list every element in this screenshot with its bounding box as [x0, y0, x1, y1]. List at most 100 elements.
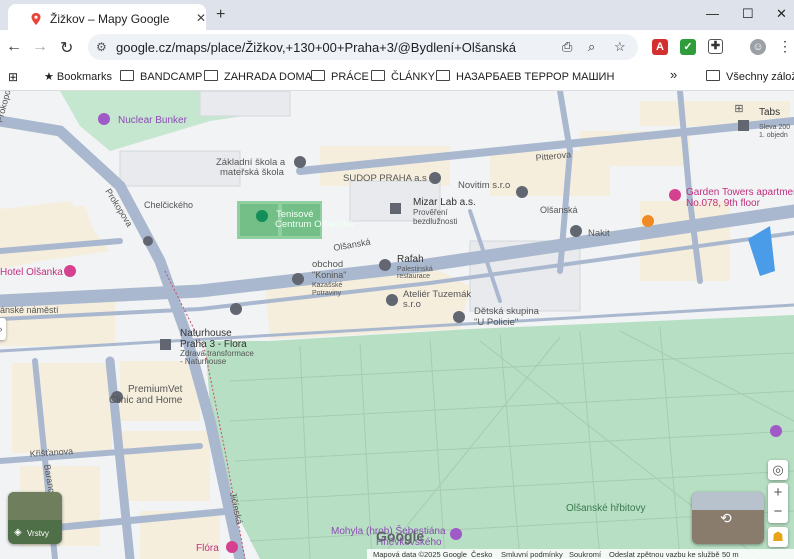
street-label: Chelčického [144, 200, 193, 210]
church-icon[interactable] [230, 303, 242, 315]
bookmark-folder[interactable]: PRÁCE [311, 70, 369, 83]
zoom-controls: + − [768, 483, 788, 523]
bookmarks-bar: ⊞ ★ Bookmarks BANDCAMP ZAHRADA DOMA PRÁC… [0, 64, 794, 91]
poi-label: Dětská skupina [474, 306, 540, 317]
zoom-in-button[interactable]: + [768, 483, 788, 503]
my-location-icon[interactable]: ◎ [768, 460, 788, 480]
poi-flora[interactable]: Flóra [196, 541, 238, 554]
menu-icon[interactable]: ⋮ [778, 38, 792, 55]
address-bar[interactable]: ⚙ google.cz/maps/place/Žižkov,+130+00+Pr… [88, 34, 638, 60]
check-extension-icon[interactable]: ✓ [680, 39, 696, 55]
poi-label: bezdlužnosti [413, 217, 458, 226]
rotate-icon: ⟲ [720, 510, 732, 526]
bookmark-item[interactable]: ★ Bookmarks [44, 70, 112, 83]
reload-button[interactable]: ↻ [60, 38, 73, 58]
install-app-icon[interactable]: ⎙ [562, 39, 572, 55]
url-text[interactable]: google.cz/maps/place/Žižkov,+130+00+Prah… [116, 40, 516, 55]
poi-label: Rafah [397, 254, 424, 265]
poi-label: 1. objedn [759, 132, 788, 139]
browser-toolbar: ← → ↻ ⚙ google.cz/maps/place/Žižkov,+130… [0, 30, 794, 64]
folder-icon [204, 70, 218, 81]
street-label: ánské náměstí [0, 305, 59, 315]
minimize-button[interactable]: — [706, 6, 719, 21]
layers-label: Vrstvy [27, 529, 49, 538]
all-bookmarks-folder[interactable]: Všechny záložky [706, 70, 794, 83]
bookmark-folder[interactable]: ČLÁNKY [371, 70, 435, 83]
zoom-out-button[interactable]: − [768, 503, 788, 523]
map-canvas[interactable]: Prokopova Prokopova Chelčického Olšanská… [0, 91, 794, 559]
poi-label: restaurace [397, 273, 430, 280]
collapse-panel-button[interactable]: › [0, 318, 6, 340]
poi-label: Flóra [196, 543, 219, 554]
grid-icon[interactable]: ⊞ [8, 70, 18, 84]
puzzle-extensions-icon[interactable]: ✚ [708, 39, 723, 54]
layers-icon: ◈ [14, 527, 22, 538]
poi-label: Centrum Olšanská [275, 219, 354, 230]
poi-edge[interactable] [770, 425, 782, 437]
poi-label: Potraviny [312, 290, 342, 297]
poi-label: "Konina" [312, 270, 346, 280]
forward-button[interactable]: → [32, 38, 48, 56]
poi-label: Palestinská [397, 266, 433, 273]
pdf-extension-icon[interactable]: A [652, 39, 668, 55]
poi-label: Novitim s.r.o [458, 180, 510, 191]
country-link[interactable]: Česko [471, 550, 492, 559]
folder-icon [120, 70, 134, 81]
poi-label: Naturhouse [180, 328, 232, 339]
poi-cemetery[interactable]: Olšanské hřbitovy [566, 503, 645, 514]
street-label: Olšanská [540, 205, 578, 215]
street-view-thumbnail[interactable]: ⟲ [692, 492, 764, 544]
poi-label: Prověření [413, 208, 448, 217]
star-icon: ★ [44, 71, 57, 83]
poi-label: Nakit [588, 228, 610, 239]
feedback-link[interactable]: Odeslat zpětnou vazbu ke službě [609, 550, 720, 559]
poi-label: No.078, 9th floor [686, 198, 761, 209]
close-window-button[interactable]: ✕ [776, 6, 787, 22]
bookmark-star-icon[interactable]: ☆ [614, 39, 626, 55]
satellite-thumbnail [8, 492, 62, 520]
poi-label: Mizar Lab a.s. [413, 197, 476, 208]
poi-label: obchod [312, 259, 343, 270]
new-tab-button[interactable]: + [216, 6, 225, 24]
poi-label: s.r.o [403, 299, 421, 310]
poi-sudop[interactable]: SUDOP PRAHA a.s [343, 172, 441, 184]
layers-button[interactable]: ◈ Vrstvy [8, 492, 62, 544]
poi-label: mateřská škola [220, 167, 285, 178]
apps-grid-icon[interactable]: ⊞ [730, 100, 748, 118]
maximize-button[interactable]: ☐ [742, 6, 754, 22]
back-button[interactable]: ← [6, 38, 22, 56]
poi-label: Olšanské hřbitovy [566, 503, 645, 514]
poi-label: Kazašské [312, 282, 342, 289]
pegman-icon[interactable]: ☗ [768, 527, 788, 547]
close-tab-icon[interactable]: ✕ [196, 11, 206, 25]
map-footer: Mapová data ©2025 Google Česko Smluvní p… [367, 549, 794, 559]
transit-icon[interactable] [143, 236, 153, 246]
privacy-link[interactable]: Soukromí [569, 550, 601, 559]
poi-label: SUDOP PRAHA a.s [343, 173, 427, 184]
profile-avatar[interactable]: ☺ [750, 39, 766, 55]
zoom-icon[interactable]: ⌕ [588, 39, 595, 55]
poi-label: Sleva 200 [759, 124, 790, 131]
terms-link[interactable]: Smluvní podmínky [501, 550, 563, 559]
folder-icon [371, 70, 385, 81]
bookmark-folder[interactable]: BANDCAMP [120, 70, 202, 83]
map-data-credit: Mapová data ©2025 Google [373, 550, 467, 559]
poi-nakit[interactable]: Nakit [570, 225, 610, 239]
tab-strip: Žižkov – Mapy Google ✕ + — ☐ ✕ [0, 0, 794, 30]
site-info-icon[interactable]: ⚙ [96, 40, 107, 54]
tab-title: Žižkov – Mapy Google [50, 12, 170, 26]
google-maps-favicon-icon [31, 13, 41, 25]
bookmarks-overflow-button[interactable]: » [670, 67, 677, 82]
google-logo: Google [376, 528, 425, 544]
browser-tab[interactable]: Žižkov – Mapy Google ✕ [8, 4, 206, 30]
scale-label[interactable]: 50 m [722, 550, 739, 559]
poi-label: Hotel Olšanka [0, 267, 63, 278]
sky [692, 492, 764, 510]
folder-icon [311, 70, 325, 81]
poi-label: Nuclear Bunker [118, 115, 188, 126]
poi-label: - Naturhouse [180, 357, 227, 366]
poi-label: PremiumVet [128, 384, 183, 395]
bookmark-folder[interactable]: НАЗАРБАЕВ ТЕРРОР МАШИН [436, 70, 614, 83]
restaurant-icon[interactable] [642, 215, 654, 227]
bookmark-folder[interactable]: ZAHRADA DOMA [204, 70, 312, 83]
